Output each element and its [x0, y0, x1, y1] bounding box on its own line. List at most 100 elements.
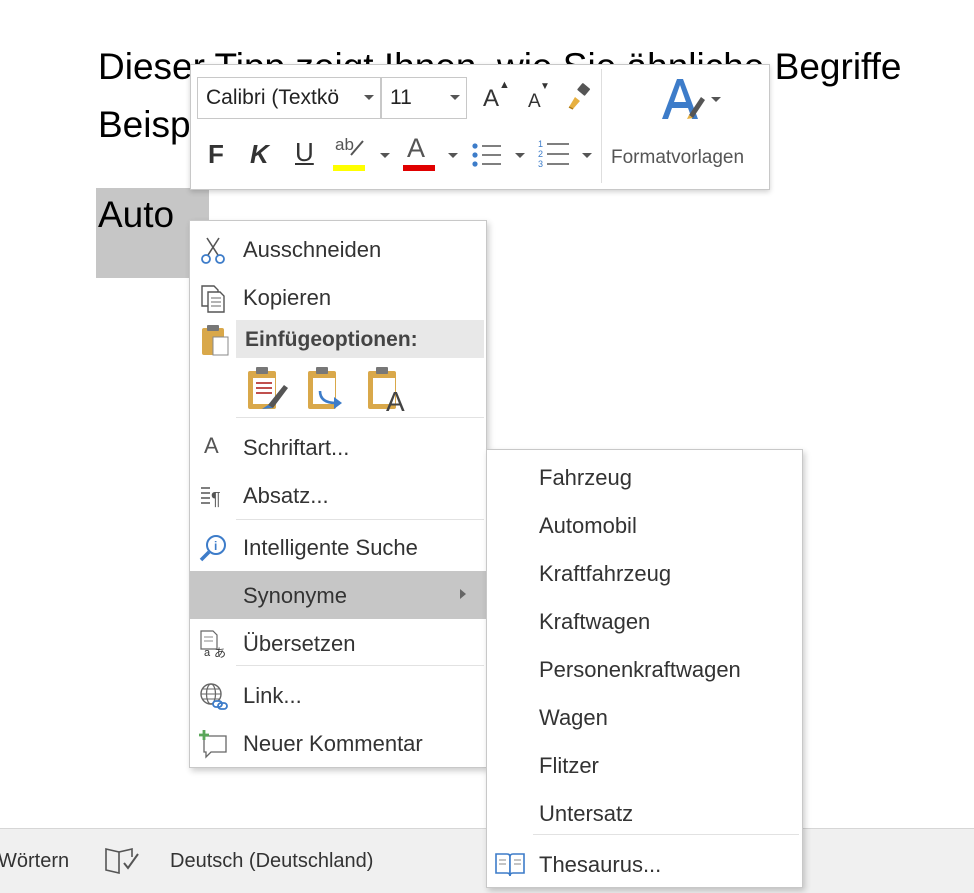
chevron-down-icon [364, 95, 374, 100]
styles-button[interactable]: Formatvorlagen [603, 69, 763, 183]
menu-item-synonyms[interactable]: Synonyme [190, 571, 486, 619]
styles-label: Formatvorlagen [611, 147, 745, 168]
context-menu: Ausschneiden Kopieren Einfügeoptionen: A… [189, 220, 487, 768]
font-color-bar [403, 165, 435, 171]
menu-item-link[interactable]: Link... [190, 671, 486, 719]
font-icon: A [204, 433, 219, 458]
globe-link-icon [198, 681, 228, 711]
thesaurus-item[interactable]: Thesaurus... [487, 840, 802, 888]
scissors-icon [198, 235, 228, 265]
new-comment-icon [198, 729, 228, 759]
synonym-item[interactable]: Kraftwagen [487, 597, 802, 645]
menu-item-cut[interactable]: Ausschneiden [190, 225, 486, 273]
synonym-item[interactable]: Wagen [487, 693, 802, 741]
menu-item-label: Übersetzen [243, 631, 356, 656]
font-name-box[interactable]: Calibri (Textkö [197, 77, 381, 119]
paste-options-label: Einfügeoptionen: [245, 328, 418, 351]
menu-item-copy[interactable]: Kopieren [190, 273, 486, 321]
paste-keep-formatting-icon[interactable] [246, 365, 290, 413]
selected-word[interactable]: Auto [98, 194, 174, 236]
font-name-value: Calibri (Textkö [206, 86, 340, 109]
menu-item-label: Ausschneiden [243, 237, 382, 262]
svg-text:a: a [204, 647, 211, 659]
svg-text:¶: ¶ [211, 489, 221, 509]
menu-item-label: Intelligente Suche [243, 535, 418, 560]
svg-text:3: 3 [538, 159, 543, 169]
smart-lookup-icon: i [198, 533, 228, 563]
mini-toolbar: Calibri (Textkö 11 A ▲ A ▼ F K U ab A 1 … [190, 64, 770, 190]
language-indicator[interactable]: Deutsch (Deutschland) [170, 850, 373, 873]
synonym-item[interactable]: Flitzer [487, 741, 802, 789]
synonym-label: Fahrzeug [539, 465, 632, 490]
chevron-down-icon [711, 97, 721, 102]
synonym-item[interactable]: Kraftfahrzeug [487, 549, 802, 597]
synonym-label: Kraftfahrzeug [539, 561, 672, 586]
synonym-label: Untersatz [539, 801, 634, 826]
synonym-label: Flitzer [539, 753, 599, 778]
proofing-icon[interactable] [104, 845, 140, 875]
chevron-down-icon [450, 95, 460, 100]
paragraph-icon: ¶ [198, 481, 228, 511]
bullets-icon[interactable] [471, 141, 503, 169]
menu-item-new-comment[interactable]: Neuer Kommentar [190, 719, 486, 767]
word-count[interactable]: Wörtern [0, 850, 69, 873]
book-icon [494, 850, 526, 878]
toolbar-separator [601, 69, 602, 183]
menu-item-label: Kopieren [243, 285, 332, 310]
format-painter-icon[interactable] [565, 83, 593, 111]
synonym-label: Automobil [539, 513, 637, 538]
menu-item-label: Absatz... [243, 483, 329, 508]
menu-item-label: Schriftart... [243, 435, 350, 460]
synonym-label: Wagen [539, 705, 608, 730]
synonym-item[interactable]: Untersatz [487, 789, 802, 837]
svg-text:あ: あ [214, 646, 226, 659]
synonym-item[interactable]: Automobil [487, 501, 802, 549]
bullets-dropdown-icon[interactable] [515, 153, 525, 158]
menu-item-smart-lookup[interactable]: i Intelligente Suche [190, 523, 486, 571]
shrink-font-button[interactable]: A ▼ [528, 81, 550, 113]
font-color-icon: A [407, 133, 426, 163]
numbering-dropdown-icon[interactable] [582, 153, 592, 158]
synonym-label: Personenkraftwagen [539, 657, 741, 682]
thesaurus-label: Thesaurus... [539, 852, 662, 877]
paste-options-header: Einfügeoptionen: [236, 320, 484, 358]
underline-button[interactable]: U [295, 137, 314, 168]
font-size-value: 11 [390, 86, 412, 109]
synonym-item[interactable]: Personenkraftwagen [487, 645, 802, 693]
highlight-dropdown-icon[interactable] [380, 153, 390, 158]
svg-text:1: 1 [538, 139, 543, 149]
synonyms-submenu: Fahrzeug Automobil Kraftfahrzeug Kraftwa… [486, 449, 803, 888]
submenu-arrow-icon [460, 589, 466, 599]
styles-icon [659, 75, 709, 125]
menu-separator [533, 834, 799, 835]
svg-text:i: i [214, 539, 217, 553]
synonym-label: Kraftwagen [539, 609, 651, 634]
font-color-button[interactable]: A [401, 133, 437, 173]
font-color-dropdown-icon[interactable] [448, 153, 458, 158]
svg-text:2: 2 [538, 149, 543, 159]
menu-item-font[interactable]: A Schriftart... [190, 423, 486, 471]
menu-item-label: Neuer Kommentar [243, 731, 423, 756]
shrink-font-icon: A [528, 91, 541, 112]
paste-text-only-icon[interactable]: A [366, 365, 410, 417]
bold-button[interactable]: F [208, 139, 224, 170]
menu-item-paragraph[interactable]: ¶ Absatz... [190, 471, 486, 519]
clipboard-icon [200, 323, 230, 357]
copy-icon [198, 283, 228, 313]
highlight-color-bar [333, 165, 365, 171]
menu-item-label: Link... [243, 683, 302, 708]
italic-button[interactable]: K [250, 139, 269, 170]
menu-separator [236, 519, 484, 520]
highlight-button[interactable]: ab [333, 135, 369, 173]
menu-separator [236, 417, 484, 418]
grow-font-button[interactable]: A ▲ [483, 79, 510, 113]
menu-separator [236, 665, 484, 666]
grow-font-icon: A [483, 85, 500, 112]
numbering-icon[interactable]: 1 2 3 [537, 139, 571, 171]
synonym-item[interactable]: Fahrzeug [487, 453, 802, 501]
menu-item-translate[interactable]: a あ Übersetzen [190, 619, 486, 667]
font-size-box[interactable]: 11 [381, 77, 467, 119]
paste-merge-formatting-icon[interactable] [306, 365, 350, 413]
translate-icon: a あ [198, 629, 228, 660]
menu-item-label: Synonyme [243, 583, 347, 608]
